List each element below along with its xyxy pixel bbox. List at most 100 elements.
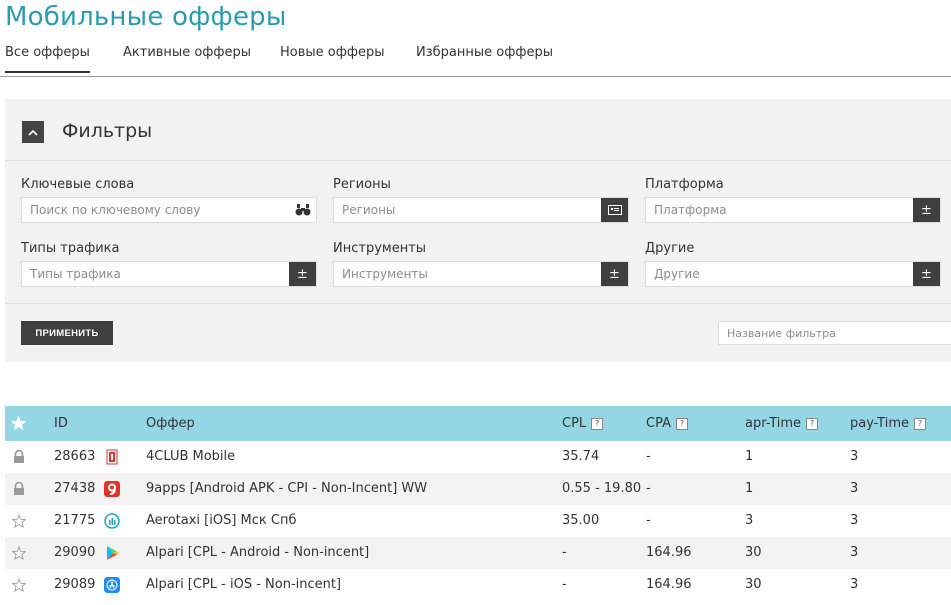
tools-field: ±: [333, 261, 629, 287]
offer-cpa: 164.96: [646, 577, 692, 592]
help-icon[interactable]: ?: [675, 418, 688, 430]
aerotaxi-icon: [104, 513, 120, 529]
offer-pay-time: 3: [850, 449, 859, 464]
filters-title: Фильтры: [62, 120, 153, 142]
offer-id: 29090: [54, 545, 96, 560]
offer-name[interactable]: 4CLUB Mobile: [146, 449, 235, 464]
table-row[interactable]: 21775 Aerotaxi [iOS] Мск Спб 35.00 - 3 3: [5, 505, 951, 537]
traffic-types-toggle-button[interactable]: ±: [289, 262, 316, 286]
star-outline-icon[interactable]: [12, 546, 26, 560]
traffic-types-label: Типы трафика: [21, 241, 120, 256]
filters-header: Фильтры: [5, 99, 951, 161]
offer-apr-time: 30: [745, 577, 762, 592]
traffic-types-input[interactable]: [22, 262, 296, 286]
offer-pay-time: 3: [850, 577, 859, 592]
offer-cpl: -: [562, 577, 567, 592]
col-cpa-label: CPA: [646, 416, 671, 431]
lock-icon: [14, 482, 24, 495]
table-row[interactable]: 29089 Alpari [CPL - iOS - Non-incent] - …: [5, 569, 951, 601]
offer-pay-time: 3: [850, 545, 859, 560]
offer-name[interactable]: Alpari [CPL - iOS - Non-incent]: [146, 577, 341, 592]
collapse-toggle-button[interactable]: [22, 121, 44, 143]
offer-cpa: 164.96: [646, 545, 692, 560]
offer-pay-time: 3: [850, 513, 859, 528]
platform-field: ±: [645, 197, 941, 223]
other-label: Другие: [645, 241, 695, 256]
regions-picker-icon[interactable]: [601, 198, 628, 222]
google-play-icon: [107, 546, 119, 560]
regions-label: Регионы: [333, 177, 391, 192]
regions-input[interactable]: [334, 198, 608, 222]
chevron-up-icon: [28, 129, 38, 136]
4club-icon: [106, 449, 118, 465]
keywords-input[interactable]: [22, 198, 296, 222]
apply-button[interactable]: ПРИМЕНИТЬ: [21, 321, 113, 345]
binoculars-icon[interactable]: [289, 198, 316, 222]
help-icon[interactable]: ?: [591, 418, 604, 430]
offer-id: 29089: [54, 577, 96, 592]
other-input[interactable]: [646, 262, 920, 286]
col-pay-time-label: pay-Time: [850, 416, 909, 431]
filter-name-field: [718, 321, 951, 345]
offer-pay-time: 3: [850, 481, 859, 496]
page-title: Мобильные офферы: [5, 2, 287, 32]
table-row[interactable]: 29090 Alpari [CPL - Android - Non-incent…: [5, 537, 951, 569]
col-apr-time[interactable]: apr-Time?: [745, 416, 819, 431]
lock-icon: [14, 450, 24, 463]
col-apr-time-label: apr-Time: [745, 416, 802, 431]
offer-name[interactable]: 9apps [Android APK - CPI - Non-Incent] W…: [146, 481, 427, 496]
traffic-types-field: ±: [21, 261, 317, 287]
star-outline-icon[interactable]: [12, 578, 26, 592]
tab-all-offers[interactable]: Все офферы: [5, 45, 90, 73]
table-body: 28663 4CLUB Mobile 35.74 - 1 3 27438 9ap…: [5, 441, 951, 601]
table-header: ID Оффер CPL? CPA? apr-Time? pay-Time?: [5, 406, 951, 441]
tab-bar: Все офферы Активные офферы Новые офферы …: [0, 36, 951, 77]
offer-name[interactable]: Alpari [CPL - Android - Non-incent]: [146, 545, 369, 560]
col-pay-time[interactable]: pay-Time?: [850, 416, 926, 431]
star-header-icon[interactable]: [10, 415, 27, 431]
platform-label: Платформа: [645, 177, 724, 192]
offer-cpl: -: [562, 545, 567, 560]
offer-cpa: -: [646, 481, 651, 496]
tools-toggle-button[interactable]: ±: [601, 262, 628, 286]
platform-input[interactable]: [646, 198, 920, 222]
tab-active-offers[interactable]: Активные офферы: [123, 45, 251, 60]
table-row[interactable]: 28663 4CLUB Mobile 35.74 - 1 3: [5, 441, 951, 473]
col-id[interactable]: ID: [54, 416, 68, 431]
keywords-field: [21, 197, 317, 223]
help-icon[interactable]: ?: [806, 418, 819, 430]
offer-id: 21775: [54, 513, 96, 528]
col-cpl-label: CPL: [562, 416, 587, 431]
other-field: ±: [645, 261, 941, 287]
platform-toggle-button[interactable]: ±: [913, 198, 940, 222]
offer-name[interactable]: Aerotaxi [iOS] Мск Спб: [146, 513, 297, 528]
offer-cpl: 35.74: [562, 449, 600, 464]
9apps-icon: [104, 481, 120, 497]
table-row[interactable]: 27438 9apps [Android APK - CPI - Non-Inc…: [5, 473, 951, 505]
offer-id: 27438: [54, 481, 96, 496]
offer-id: 28663: [54, 449, 96, 464]
col-offer[interactable]: Оффер: [146, 416, 195, 431]
offer-cpl: 35.00: [562, 513, 600, 528]
offer-cpa: -: [646, 513, 651, 528]
offer-apr-time: 3: [745, 513, 754, 528]
keywords-label: Ключевые слова: [21, 177, 135, 192]
tab-new-offers[interactable]: Новые офферы: [280, 45, 384, 60]
offer-apr-time: 30: [745, 545, 762, 560]
other-toggle-button[interactable]: ±: [913, 262, 940, 286]
offer-apr-time: 1: [745, 481, 754, 496]
filters-divider: [5, 303, 951, 304]
col-cpa[interactable]: CPA?: [646, 416, 688, 431]
col-cpl[interactable]: CPL?: [562, 416, 604, 431]
regions-field: [333, 197, 629, 223]
filters-panel: Фильтры Ключевые слова Регионы Платформа…: [5, 99, 951, 362]
offer-apr-time: 1: [745, 449, 754, 464]
tab-favorite-offers[interactable]: Избранные офферы: [416, 45, 553, 60]
tools-input[interactable]: [334, 262, 608, 286]
tools-label: Инструменты: [333, 241, 427, 256]
help-icon[interactable]: ?: [914, 418, 926, 430]
offer-cpl: 0.55 - 19.80: [562, 481, 642, 496]
filter-name-input[interactable]: [719, 322, 951, 345]
star-outline-icon[interactable]: [12, 514, 26, 528]
app-store-icon: [104, 577, 120, 593]
